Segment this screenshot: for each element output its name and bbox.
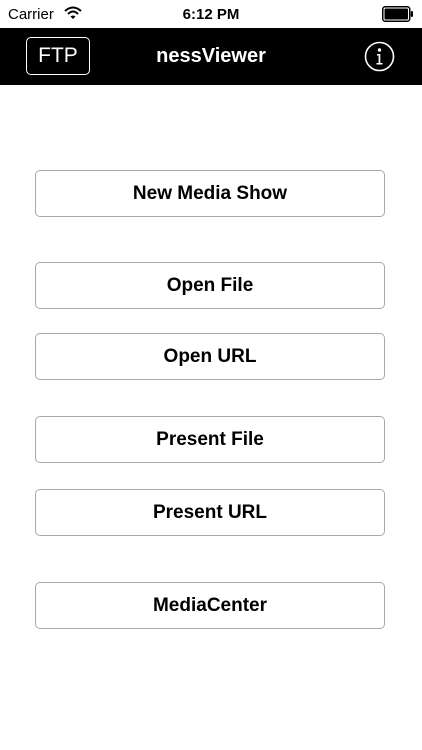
open-file-button[interactable]: Open File (35, 262, 385, 309)
status-time: 6:12 PM (182, 6, 240, 23)
present-url-button[interactable]: Present URL (35, 489, 385, 536)
open-url-button[interactable]: Open URL (35, 333, 385, 380)
status-bar: Carrier 6:12 PM (0, 0, 422, 28)
new-media-show-button[interactable]: New Media Show (35, 170, 385, 217)
present-file-button[interactable]: Present File (35, 416, 385, 463)
media-center-button[interactable]: MediaCenter (35, 582, 385, 629)
info-icon[interactable] (364, 41, 395, 72)
page-title: nessViewer (156, 45, 266, 67)
navigation-bar: FTP nessViewer (0, 28, 422, 85)
battery-icon (382, 6, 413, 22)
